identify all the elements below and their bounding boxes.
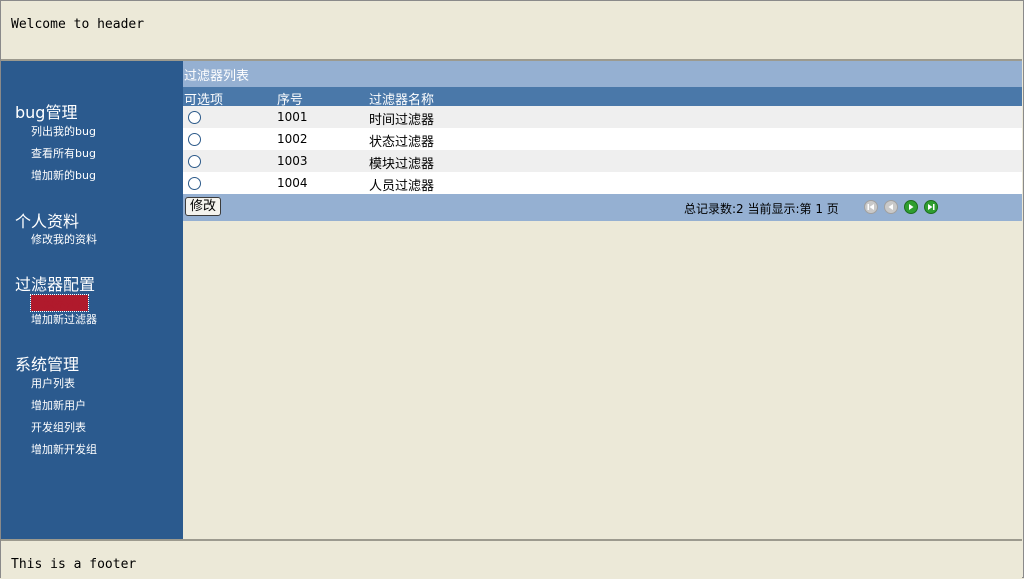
- row-filter-name: 状态过滤器: [369, 135, 435, 150]
- table-titlebar: 过滤器列表: [183, 61, 1022, 87]
- row-filter-name: 时间过滤器: [369, 113, 435, 128]
- sidebar-section-filters: 过滤器配置: [15, 275, 96, 294]
- sidebar-item-group-list[interactable]: 开发组列表: [31, 419, 86, 435]
- row-select-radio[interactable]: [188, 155, 201, 168]
- table-row: 1004 人员过滤器: [183, 172, 1022, 194]
- table-row: 1001 时间过滤器: [183, 106, 1022, 128]
- next-page-icon[interactable]: [904, 200, 918, 214]
- sidebar: bug管理 列出我的bug 查看所有bug 增加新的bug 个人资料 修改我的资…: [1, 61, 183, 539]
- sidebar-item-add-bug[interactable]: 增加新的bug: [31, 167, 96, 183]
- last-page-icon[interactable]: [924, 200, 938, 214]
- table-footer-bar: 修改 总记录数:2 当前显示:第 1 页: [183, 194, 1022, 221]
- sidebar-item-filter-list[interactable]: 过滤器列表: [30, 294, 89, 312]
- row-filter-name: 模块过滤器: [369, 157, 435, 172]
- page-header: Welcome to header: [1, 1, 1022, 61]
- row-select-radio[interactable]: [188, 111, 201, 124]
- row-select-radio[interactable]: [188, 177, 201, 190]
- sidebar-section-profile: 个人资料: [15, 212, 80, 231]
- sidebar-item-add-user[interactable]: 增加新用户: [31, 397, 86, 413]
- table-row: 1002 状态过滤器: [183, 128, 1022, 150]
- footer-text: This is a footer: [11, 557, 137, 572]
- edit-button[interactable]: 修改: [185, 197, 222, 216]
- page-footer: This is a footer: [1, 539, 1022, 579]
- sidebar-section-bug: bug管理: [15, 103, 78, 122]
- sidebar-item-my-bugs[interactable]: 列出我的bug: [31, 123, 96, 139]
- row-id: 1001: [277, 110, 308, 124]
- sidebar-item-all-bugs[interactable]: 查看所有bug: [31, 145, 96, 161]
- header-text: Welcome to header: [11, 17, 145, 32]
- sidebar-item-add-group[interactable]: 增加新开发组: [31, 441, 97, 457]
- row-id: 1003: [277, 154, 308, 168]
- table-row: 1003 模块过滤器: [183, 150, 1022, 172]
- row-id: 1004: [277, 176, 308, 190]
- prev-page-icon[interactable]: [884, 200, 898, 214]
- paging-info: 总记录数:2 当前显示:第 1 页: [684, 202, 839, 216]
- sidebar-item-add-filter[interactable]: 增加新过滤器: [31, 311, 97, 327]
- table-header: 可选项 序号 过滤器名称: [183, 87, 1022, 108]
- row-filter-name: 人员过滤器: [369, 179, 435, 194]
- page-title: 过滤器列表: [184, 69, 250, 84]
- row-select-radio[interactable]: [188, 133, 201, 146]
- sidebar-section-system: 系统管理: [15, 355, 80, 374]
- first-page-icon[interactable]: [864, 200, 878, 214]
- sidebar-item-user-list[interactable]: 用户列表: [31, 375, 75, 391]
- sidebar-item-edit-profile[interactable]: 修改我的资料: [31, 231, 97, 247]
- main-content: 过滤器列表 可选项 序号 过滤器名称 1001 时间过滤器 1002 状态过滤器…: [183, 61, 1022, 539]
- row-id: 1002: [277, 132, 308, 146]
